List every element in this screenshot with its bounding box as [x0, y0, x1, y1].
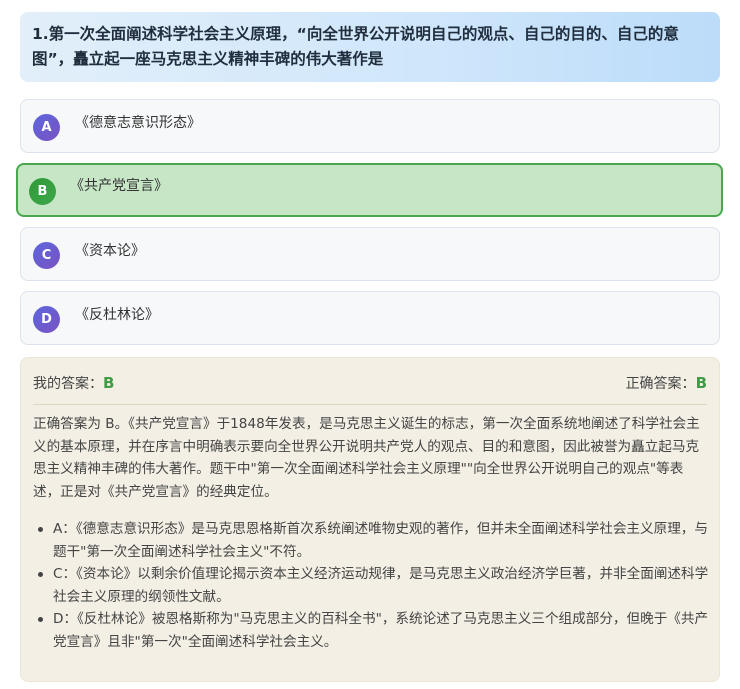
option-label: 《共产党宣言》 — [70, 178, 168, 194]
option-letter-badge: B — [29, 178, 56, 205]
answer-row: 我的答案：B 正确答案：B — [33, 372, 707, 394]
explanation-text: 正确答案为 B。《共产党宣言》于1848年发表，是马克思主义诞生的标志，第一次全… — [33, 416, 700, 500]
option-a[interactable]: A 《德意志意识形态》 — [20, 99, 720, 153]
question-stem: 1.第一次全面阐述科学社会主义原理，“向全世界公开说明自己的观点、自己的目的、自… — [20, 12, 720, 82]
option-label: 《反杜林论》 — [75, 307, 159, 323]
correct-answer-value: B — [695, 374, 707, 392]
question-text: 1.第一次全面阐述科学社会主义原理，“向全世界公开说明自己的观点、自己的目的、自… — [32, 25, 679, 68]
option-d[interactable]: D 《反杜林论》 — [20, 291, 720, 345]
list-item: A：《德意志意识形态》是马克思恩格斯首次系统阐述唯物史观的著作，但并未全面阐述科… — [33, 518, 709, 563]
distractor-analysis-list: A：《德意志意识形态》是马克思恩格斯首次系统阐述唯物史观的著作，但并未全面阐述科… — [33, 518, 709, 653]
option-b[interactable]: B 《共产党宣言》 — [16, 163, 723, 217]
correct-answer-label: 正确答案： — [625, 376, 696, 392]
my-answer-value: B — [103, 374, 115, 392]
option-c[interactable]: C 《资本论》 — [20, 227, 720, 281]
list-item: C：《资本论》以剩余价值理论揭示资本主义经济运动规律，是马克思主义政治经济学巨著… — [33, 563, 709, 608]
divider — [33, 404, 707, 405]
option-label: 《德意志意识形态》 — [75, 115, 201, 131]
answer-analysis-panel: 我的答案：B 正确答案：B 正确答案为 B。《共产党宣言》于1848年发表，是马… — [20, 357, 720, 682]
option-letter-badge: D — [33, 306, 60, 333]
option-letter-badge: C — [33, 242, 60, 269]
list-item: D：《反杜林论》被恩格斯称为"马克思主义的百科全书"，系统论述了马克思主义三个组… — [33, 608, 709, 653]
correct-answer: 正确答案：B — [626, 372, 707, 395]
my-answer-label: 我的答案： — [33, 376, 103, 392]
my-answer: 我的答案：B — [33, 372, 114, 395]
option-letter-badge: A — [33, 114, 60, 141]
option-label: 《资本论》 — [75, 243, 145, 259]
